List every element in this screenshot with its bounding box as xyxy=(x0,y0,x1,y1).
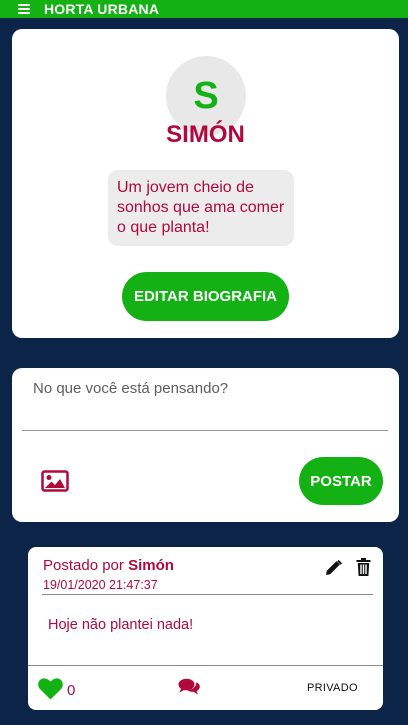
top-app-bar: HORTA URBANA xyxy=(0,0,408,18)
heart-icon[interactable] xyxy=(38,678,63,700)
posted-by-label: Postado por xyxy=(43,557,124,574)
post-composer: POSTAR xyxy=(12,368,399,522)
hamburger-menu-icon[interactable] xyxy=(18,4,30,14)
footer-divider xyxy=(28,665,383,666)
post-input[interactable] xyxy=(22,374,388,431)
comments-icon[interactable] xyxy=(178,678,200,696)
bio-bubble: Um jovem cheio de sonhos que ama comer o… xyxy=(108,170,294,246)
edit-bio-button[interactable]: EDITAR BIOGRAFIA xyxy=(122,272,289,321)
pencil-icon[interactable] xyxy=(325,559,342,576)
visibility-label[interactable]: PRIVADO xyxy=(307,682,358,694)
like-count: 0 xyxy=(67,682,76,699)
image-icon[interactable] xyxy=(41,470,69,492)
post-author-line: Postado por Simón xyxy=(43,557,174,574)
header-divider xyxy=(42,594,373,595)
post-card: Postado por Simón 19/01/2020 21:47:37 Ho… xyxy=(28,547,383,710)
post-button[interactable]: POSTAR xyxy=(299,457,383,505)
trash-icon[interactable] xyxy=(356,558,371,576)
post-body: Hoje não plantei nada! xyxy=(48,617,194,633)
profile-card: S SIMÓN Um jovem cheio de sonhos que ama… xyxy=(12,29,399,338)
post-author: Simón xyxy=(128,557,174,574)
profile-name: SIMÓN xyxy=(166,121,245,148)
post-timestamp: 19/01/2020 21:47:37 xyxy=(43,578,158,592)
app-title: HORTA URBANA xyxy=(44,1,160,17)
